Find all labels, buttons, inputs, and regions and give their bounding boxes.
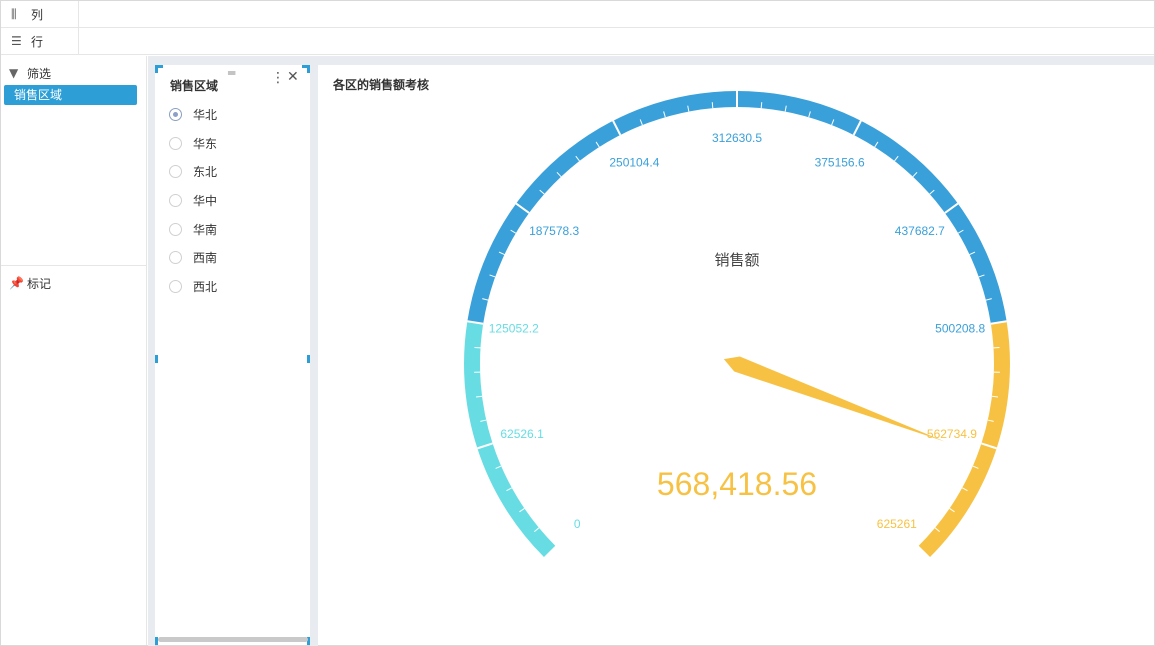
left-panel: ▼ 筛选 销售区域 📌 标记	[1, 56, 147, 645]
radio-button[interactable]	[169, 251, 182, 265]
gauge-minor-tick	[711, 102, 714, 109]
gauge-minor-tick	[760, 102, 763, 109]
gauge-tick-label: 250104.4	[609, 156, 659, 170]
gauge-tick-label: 625261	[877, 517, 917, 531]
chart-panel: 各区的销售额考核 0 62526.1 125052.2 187578.3 250104.…	[318, 65, 1154, 645]
close-icon[interactable]: ✕	[287, 69, 299, 85]
pin-icon: 📌	[9, 276, 24, 290]
radio-label: 华南	[193, 222, 218, 237]
gauge-tick-label: 125052.2	[489, 322, 539, 336]
gauge-tick-label: 62526.1	[500, 427, 544, 441]
radio-button[interactable]	[169, 107, 182, 121]
rows-shelf-label: ☰ 行	[1, 28, 79, 54]
drag-handle-icon[interactable]: ═	[228, 66, 235, 80]
columns-drop-zone[interactable]	[79, 1, 1154, 27]
radio-button[interactable]	[169, 136, 182, 150]
gauge-value-readout: 568,418.56	[657, 466, 817, 502]
filter-card[interactable]: ═ 销售区域 ⋮ ✕ 华北 华东 东北 华中 华南 西南 西北	[155, 65, 310, 645]
columns-shelf[interactable]: ⫼ 列	[1, 1, 1154, 28]
radio-option[interactable]: 西南	[169, 243, 217, 272]
columns-icon: ⫼	[11, 6, 17, 21]
workspace-top-gap	[148, 56, 1154, 65]
gauge-chart: 0 62526.1 125052.2 187578.3 250104.4 312630.5…	[464, 90, 1010, 558]
rows-label: 行	[31, 34, 44, 49]
gauge-tick-label: 375156.6	[815, 156, 865, 170]
gauge-tick-label: 500208.8	[935, 322, 985, 336]
radio-label: 华中	[193, 193, 218, 208]
gauge-tick-label: 562734.9	[927, 427, 977, 441]
radio-label: 华北	[193, 107, 218, 122]
gauge-band	[467, 90, 1007, 324]
gauge-tick-label: 0	[574, 517, 581, 531]
radio-button[interactable]	[169, 165, 182, 179]
marks-section-title: 📌 标记	[1, 272, 147, 294]
filter-label: 筛选	[27, 66, 52, 81]
filter-field-pill[interactable]: 销售区域	[4, 85, 137, 105]
radio-option[interactable]: 华南	[169, 215, 217, 244]
radio-button[interactable]	[169, 279, 182, 293]
resize-handle[interactable]	[307, 65, 310, 73]
gauge-needle	[723, 356, 946, 442]
more-menu-icon[interactable]: ⋮	[271, 70, 285, 86]
columns-shelf-label: ⫼ 列	[1, 1, 79, 27]
radio-button[interactable]	[169, 193, 182, 207]
funnel-icon: ▼	[9, 66, 19, 80]
resize-handle[interactable]	[155, 355, 158, 363]
divider-left	[148, 65, 155, 646]
radio-option[interactable]: 西北	[169, 272, 217, 301]
divider-right	[310, 65, 318, 646]
filter-section-title: ▼ 筛选	[1, 62, 146, 84]
rows-drop-zone[interactable]	[79, 28, 1154, 54]
radio-option[interactable]: 华中	[169, 186, 217, 215]
radio-label: 西北	[193, 279, 218, 294]
gauge-tick-label: 187578.3	[529, 224, 579, 238]
radio-option[interactable]: 华东	[169, 129, 217, 158]
radio-label: 东北	[193, 165, 218, 180]
marks-section: 📌 标记	[1, 265, 147, 294]
rows-shelf[interactable]: ☰ 行	[1, 28, 1154, 55]
resize-handle[interactable]	[155, 65, 158, 73]
marks-label: 标记	[27, 276, 52, 291]
filter-card-title: 销售区域	[170, 79, 219, 93]
gauge-metric-label: 销售额	[714, 252, 759, 269]
radio-button[interactable]	[169, 222, 182, 236]
radio-option[interactable]: 东北	[169, 157, 217, 186]
radio-label: 西南	[193, 251, 218, 266]
columns-label: 列	[31, 7, 44, 22]
radio-label: 华东	[193, 136, 218, 151]
list-icon: ☰	[11, 34, 22, 48]
radio-option[interactable]: 华北	[169, 100, 217, 129]
resize-handle[interactable]	[307, 355, 310, 363]
gauge-tick-label: 312630.5	[712, 131, 762, 145]
region-radio-list: 华北 华东 东北 华中 华南 西南 西北	[169, 100, 217, 301]
horizontal-scrollbar[interactable]	[158, 637, 308, 642]
gauge-tick-label: 437682.7	[895, 224, 945, 238]
